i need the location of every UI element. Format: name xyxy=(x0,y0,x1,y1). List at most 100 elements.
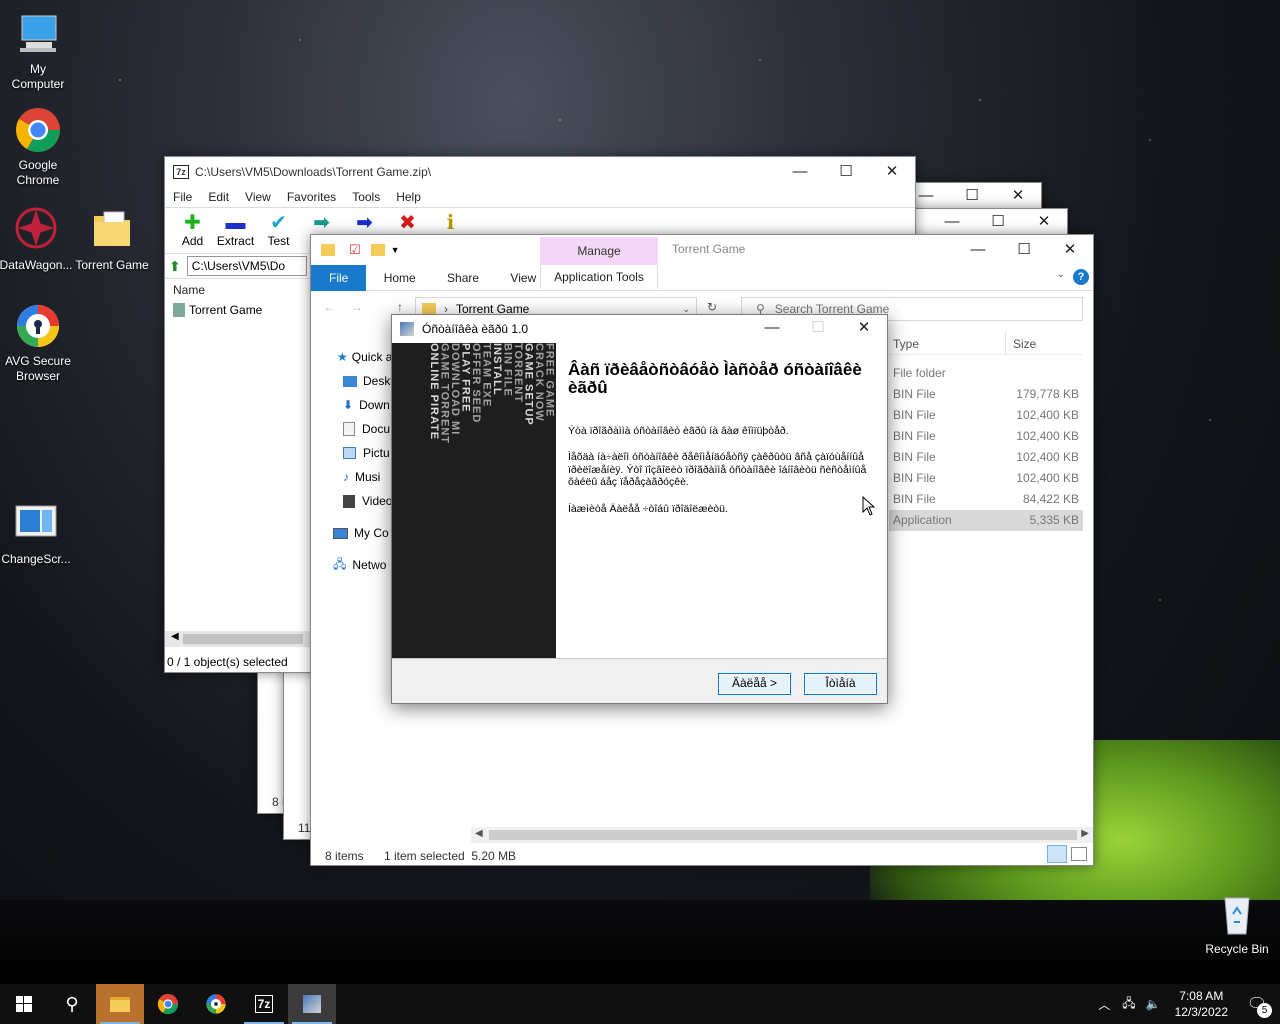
horizontal-scrollbar[interactable]: ◀ ▶ xyxy=(471,827,1093,843)
large-icons-view-icon[interactable] xyxy=(1071,847,1087,861)
status-item-count: 8 items xyxy=(325,849,364,863)
desktop-icon-torrent-game[interactable]: Torrent Game xyxy=(74,206,150,273)
search-button[interactable]: ⚲ xyxy=(48,984,96,1024)
column-header-type[interactable]: Type xyxy=(893,337,919,351)
table-row[interactable]: Application 5,335 KB xyxy=(889,510,1083,531)
properties-icon[interactable]: ☑ xyxy=(349,242,361,258)
table-row[interactable]: BIN File 102,400 KB xyxy=(889,447,1083,468)
tab-share[interactable]: Share xyxy=(433,266,493,290)
nav-quick-access[interactable]: ★ Quick a xyxy=(337,345,392,369)
cell-size: 102,400 KB xyxy=(1016,471,1079,485)
tab-manage[interactable]: Manage xyxy=(540,237,658,265)
table-row[interactable]: BIN File 102,400 KB xyxy=(889,468,1083,489)
wallpaper-ground xyxy=(0,900,1280,990)
volume-icon[interactable]: 🔈 xyxy=(1146,997,1161,1011)
nav-music[interactable]: ♪ Musi xyxy=(343,465,380,489)
dialog-titlebar[interactable]: Óñòàíîâêà èãðû 1.0 — ☐ ✕ xyxy=(392,315,887,343)
setup-dialog[interactable]: Óñòàíîâêà èãðû 1.0 — ☐ ✕ ONLINE PIRATE GA… xyxy=(391,314,888,704)
column-header-size[interactable]: Size xyxy=(1013,337,1036,351)
sevenzip-titlebar[interactable]: 7z C:\Users\VM5\Downloads\Torrent Game.z… xyxy=(165,157,915,187)
table-row[interactable]: BIN File 102,400 KB xyxy=(889,405,1083,426)
add-button[interactable]: ✚ Add xyxy=(171,212,214,253)
test-button[interactable]: ✔ Test xyxy=(257,212,300,253)
help-icon[interactable]: ? xyxy=(1073,269,1089,285)
up-arrow-icon[interactable]: ↑ xyxy=(397,300,403,314)
close-icon[interactable]: ✕ xyxy=(869,157,915,187)
desktop-icon-recycle-bin[interactable]: Recycle Bin xyxy=(1199,890,1275,957)
back-arrow-icon[interactable]: ← xyxy=(323,300,335,314)
folder-up-icon[interactable]: ⬆ xyxy=(169,258,181,275)
cell-type: Application xyxy=(893,513,952,527)
details-view-icon[interactable] xyxy=(1047,845,1067,863)
table-row[interactable]: BIN File 84,422 KB xyxy=(889,489,1083,510)
action-center-button[interactable]: 🗨 5 xyxy=(1242,984,1272,1024)
list-item-label: Torrent Game xyxy=(189,303,263,317)
close-icon[interactable]: ✕ xyxy=(1021,207,1067,237)
cell-type: BIN File xyxy=(893,429,936,443)
nav-pictures[interactable]: Pictu xyxy=(343,441,390,465)
desktop-icon-datawagon[interactable]: DataWagon... xyxy=(0,206,74,273)
cell-size: 102,400 KB xyxy=(1016,408,1079,422)
taskbar-avg-browser[interactable] xyxy=(192,984,240,1024)
nav-documents[interactable]: Docu xyxy=(343,417,390,441)
folder-icon xyxy=(110,996,130,1012)
maximize-icon[interactable]: ☐ xyxy=(975,207,1021,237)
menu-file[interactable]: File xyxy=(173,190,192,204)
maximize-icon[interactable]: ☐ xyxy=(1001,235,1047,265)
table-row[interactable]: File folder xyxy=(889,363,1083,384)
taskbar-chrome[interactable] xyxy=(144,984,192,1024)
network-icon[interactable]: 🖧 xyxy=(1122,994,1135,1015)
desktop-icon-label: My Computer xyxy=(11,62,65,91)
taskbar-installer[interactable] xyxy=(288,984,336,1024)
tab-file[interactable]: File xyxy=(311,265,367,291)
chevron-up-icon[interactable]: ︿ xyxy=(1098,996,1110,1013)
chevron-down-icon[interactable]: ▼ xyxy=(391,245,400,255)
clock[interactable]: 7:08 AM 12/3/2022 xyxy=(1175,988,1228,1020)
tab-home[interactable]: Home xyxy=(370,266,430,290)
desktop-icon-my-computer[interactable]: My Computer xyxy=(0,10,76,92)
close-icon[interactable]: ✕ xyxy=(841,313,887,343)
tab-application-tools[interactable]: Application Tools xyxy=(540,265,658,289)
scroll-right-icon[interactable]: ▶ xyxy=(1081,828,1089,839)
menu-view[interactable]: View xyxy=(245,190,271,204)
nav-videos[interactable]: Video xyxy=(343,489,392,513)
new-folder-icon[interactable] xyxy=(370,244,385,256)
menu-edit[interactable]: Edit xyxy=(208,190,229,204)
close-icon[interactable]: ✕ xyxy=(1047,235,1093,265)
sevenzip-path-field[interactable]: C:\Users\VM5\Do xyxy=(186,256,307,276)
minimize-icon[interactable]: — xyxy=(955,235,1001,265)
menu-favorites[interactable]: Favorites xyxy=(287,190,336,204)
desktop-icon-changescr[interactable]: ChangeScr... xyxy=(0,500,74,567)
nav-network[interactable]: 🖧 Netwo xyxy=(333,553,386,577)
refresh-icon[interactable]: ↻ xyxy=(707,300,717,314)
ribbon-expand-icon[interactable]: ⌄ xyxy=(1057,269,1065,280)
extract-button[interactable]: ▬ Extract xyxy=(214,212,257,253)
minimize-icon[interactable]: — xyxy=(929,207,975,237)
scrollbar-thumb[interactable] xyxy=(489,830,1077,840)
taskbar-file-explorer[interactable] xyxy=(96,984,144,1024)
desktop-icon-avg-secure-browser[interactable]: AVG Secure Browser xyxy=(0,302,76,384)
nav-downloads[interactable]: ⬇ Down xyxy=(343,393,390,417)
horizontal-scrollbar[interactable]: ◀ xyxy=(165,631,310,647)
search-icon: ⚲ xyxy=(65,993,79,1014)
chevron-down-icon[interactable]: ⌄ xyxy=(682,304,690,315)
maximize-icon[interactable]: ☐ xyxy=(823,157,869,187)
forward-arrow-icon[interactable]: → xyxy=(351,300,363,314)
desktop-icon-google-chrome[interactable]: Google Chrome xyxy=(0,106,76,188)
next-button[interactable]: Äàëåå > xyxy=(718,673,791,695)
nav-label: My Co xyxy=(354,526,389,540)
taskbar-7zip[interactable]: 7z xyxy=(240,984,288,1024)
table-row[interactable]: BIN File 179,778 KB xyxy=(889,384,1083,405)
menu-tools[interactable]: Tools xyxy=(352,190,380,204)
cancel-button[interactable]: Îòìåíà xyxy=(804,673,877,695)
explorer-titlebar[interactable]: ☑ ▼ Manage Torrent Game — ☐ ✕ xyxy=(311,235,1093,265)
minimize-icon[interactable]: — xyxy=(749,313,795,343)
nav-desktop[interactable]: Deskt xyxy=(343,369,394,393)
start-button[interactable] xyxy=(0,984,48,1024)
minimize-icon[interactable]: — xyxy=(777,157,823,187)
welcome-paragraph-1: Ýòà ïðîãðàììà óñòàíîâèò èãðû íà âàø êîìï… xyxy=(568,425,789,437)
nav-my-computer[interactable]: My Co xyxy=(333,521,389,545)
table-row[interactable]: BIN File 102,400 KB xyxy=(889,426,1083,447)
scroll-left-icon[interactable]: ◀ xyxy=(475,828,483,839)
menu-help[interactable]: Help xyxy=(396,190,421,204)
